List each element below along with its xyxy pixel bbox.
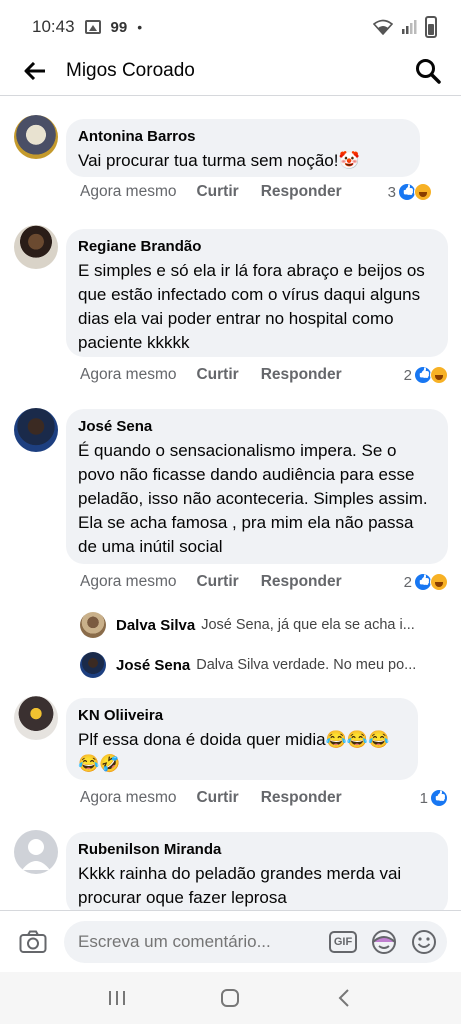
- reaction-summary[interactable]: 2: [404, 366, 448, 384]
- comment-time: Agora mesmo: [80, 183, 177, 200]
- comment-actions: Agora mesmo Curtir Responder: [80, 183, 342, 201]
- status-time: 10:43: [32, 17, 75, 36]
- avatar[interactable]: [14, 115, 58, 159]
- reply-text: José Sena, já que ela se acha i...: [201, 617, 415, 633]
- like-button[interactable]: Curtir: [196, 789, 238, 807]
- comment: Rubenilson Miranda Kkkk rainha do peladã…: [14, 830, 448, 916]
- reply-button[interactable]: Responder: [261, 789, 342, 807]
- signal-icon: [402, 20, 417, 34]
- reply-preview[interactable]: Dalva Silva José Sena, já que ela se ach…: [80, 612, 415, 638]
- camera-icon[interactable]: [16, 925, 50, 959]
- comment-bubble: Regiane Brandão E simples e só ela ir lá…: [66, 229, 448, 357]
- comment-bubble: Rubenilson Miranda Kkkk rainha do peladã…: [66, 832, 448, 916]
- reaction-count: 2: [403, 366, 412, 384]
- avatar[interactable]: [80, 652, 106, 678]
- search-icon[interactable]: [413, 56, 443, 86]
- comment: Antonina Barros Vai procurar tua turma s…: [14, 115, 448, 205]
- avatar[interactable]: [80, 612, 106, 638]
- comment-author[interactable]: Regiane Brandão: [78, 237, 436, 257]
- wifi-icon: [373, 19, 393, 35]
- reaction-summary[interactable]: 1: [420, 789, 448, 807]
- battery-icon: [425, 16, 437, 38]
- comment-bubble: Antonina Barros Vai procurar tua turma s…: [66, 119, 420, 177]
- comment-author[interactable]: KN Oliiveira: [78, 706, 406, 726]
- reply-button[interactable]: Responder: [261, 183, 342, 201]
- comment-text: É quando o sensacionalismo impera. Se o …: [78, 441, 428, 556]
- status-dot: •: [137, 19, 143, 35]
- reaction-summary[interactable]: 2: [404, 573, 448, 591]
- comment-time: Agora mesmo: [80, 789, 177, 806]
- sticker-icon[interactable]: [371, 929, 397, 955]
- avatar[interactable]: [14, 830, 58, 874]
- emoji-icon[interactable]: [411, 929, 437, 955]
- comment: José Sena É quando o sensacionalismo imp…: [14, 408, 448, 598]
- comment-author[interactable]: José Sena: [78, 417, 436, 437]
- home-icon[interactable]: [210, 978, 250, 1018]
- page-title: Migos Coroado: [66, 59, 195, 81]
- reaction-count: 1: [419, 789, 428, 807]
- comment: Regiane Brandão E simples e só ela ir lá…: [14, 225, 448, 395]
- avatar[interactable]: [14, 408, 58, 452]
- comment-actions: Agora mesmo Curtir Responder: [80, 789, 342, 807]
- notification-badge: 99: [110, 18, 128, 36]
- reply-author[interactable]: Dalva Silva: [116, 617, 195, 634]
- comment-text: Plf essa dona é doida quer midia😂😂😂😂🤣: [78, 730, 390, 773]
- back-arrow-icon[interactable]: [20, 56, 50, 86]
- comment-time: Agora mesmo: [80, 573, 177, 590]
- reply-preview[interactable]: José Sena Dalva Silva verdade. No meu po…: [80, 652, 416, 678]
- like-button[interactable]: Curtir: [196, 573, 238, 591]
- haha-reaction-icon: [430, 366, 448, 384]
- gallery-notification-icon: [84, 20, 101, 34]
- like-button[interactable]: Curtir: [196, 183, 238, 201]
- system-nav-bar: [0, 972, 461, 1024]
- haha-reaction-icon: [414, 183, 432, 201]
- avatar[interactable]: [14, 225, 58, 269]
- recents-icon[interactable]: [97, 978, 137, 1018]
- reply-button[interactable]: Responder: [261, 573, 342, 591]
- reaction-count: 3: [387, 183, 396, 201]
- like-reaction-icon: [430, 789, 448, 807]
- comment-bubble: KN Oliiveira Plf essa dona é doida quer …: [66, 698, 418, 780]
- avatar[interactable]: [14, 696, 58, 740]
- comment-actions: Agora mesmo Curtir Responder: [80, 366, 342, 384]
- reply-text: Dalva Silva verdade. No meu po...: [196, 657, 417, 673]
- comment-actions: Agora mesmo Curtir Responder: [80, 573, 342, 591]
- comment-input[interactable]: [78, 931, 323, 952]
- header: Migos Coroado: [0, 46, 461, 96]
- comment-author[interactable]: Rubenilson Miranda: [78, 840, 436, 860]
- reply-author[interactable]: José Sena: [116, 657, 190, 674]
- reply-button[interactable]: Responder: [261, 366, 342, 384]
- comment-text: Kkkk rainha do peladão grandes merda vai…: [78, 864, 402, 907]
- haha-reaction-icon: [430, 573, 448, 591]
- comment-author[interactable]: Antonina Barros: [78, 127, 408, 147]
- reaction-count: 2: [403, 573, 412, 591]
- comment-text: E simples e só ela ir lá fora abraço e b…: [78, 261, 425, 352]
- reaction-summary[interactable]: 3: [388, 183, 432, 201]
- gif-icon[interactable]: GIF: [329, 930, 357, 953]
- back-nav-icon[interactable]: [324, 978, 364, 1018]
- comment-time: Agora mesmo: [80, 366, 177, 383]
- comment-bubble: José Sena É quando o sensacionalismo imp…: [66, 409, 448, 564]
- comment-composer: GIF: [0, 910, 461, 972]
- comment-text: Vai procurar tua turma sem noção!🤡: [78, 151, 360, 170]
- comment: KN Oliiveira Plf essa dona é doida quer …: [14, 696, 448, 816]
- comment-input-box: GIF: [64, 920, 447, 963]
- like-button[interactable]: Curtir: [196, 366, 238, 384]
